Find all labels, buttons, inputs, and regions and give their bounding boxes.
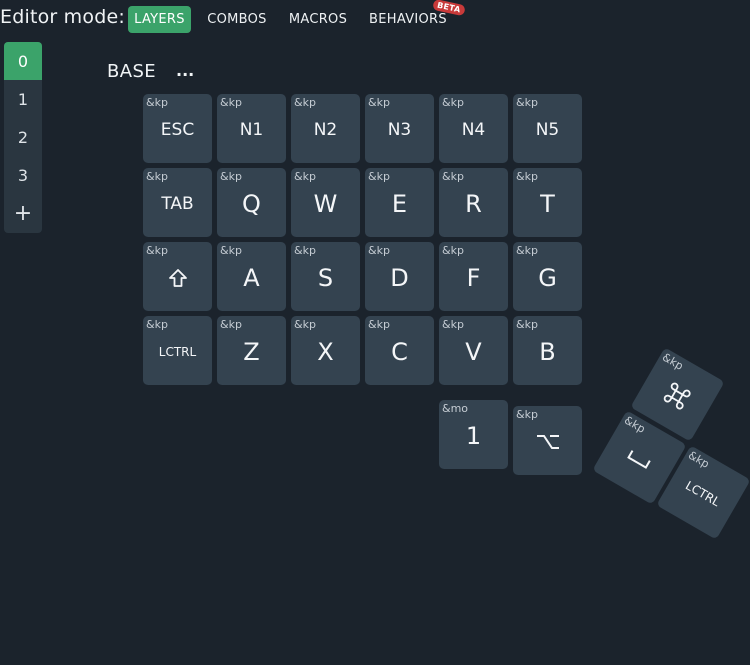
key-legend: F (466, 263, 481, 292)
key-legend: G (538, 263, 557, 292)
layer-list: 0 1 2 3 + (4, 42, 42, 233)
key-21[interactable]: &kp C (365, 316, 434, 385)
key-legend: 1 (465, 421, 482, 450)
key-legend: S (317, 263, 334, 292)
key-legend: X (317, 337, 334, 366)
key-25[interactable]: &kp (513, 406, 582, 475)
option-icon (513, 406, 582, 475)
key-5[interactable]: &kp N5 (513, 94, 582, 163)
key-legend: C (391, 337, 408, 366)
key-legend: D (390, 263, 409, 292)
keymap-editor: Editor mode: LAYERS COMBOS MACROS BEHAVI… (0, 0, 750, 665)
key-18[interactable]: &kp LCTRL (143, 316, 212, 385)
key-legend: Q (242, 189, 261, 218)
key-20[interactable]: &kp X (291, 316, 360, 385)
key-legend: V (465, 337, 482, 366)
layer-item-1[interactable]: 1 (4, 80, 42, 118)
layer-item-3[interactable]: 3 (4, 156, 42, 194)
key-legend: Z (243, 337, 260, 366)
key-legend: B (539, 337, 556, 366)
key-7[interactable]: &kp Q (217, 168, 286, 237)
key-10[interactable]: &kp R (439, 168, 508, 237)
key-19[interactable]: &kp Z (217, 316, 286, 385)
key-legend: T (540, 189, 555, 218)
key-24[interactable]: &mo 1 (439, 400, 508, 469)
key-legend: N1 (239, 119, 264, 140)
layer-item-2[interactable]: 2 (4, 118, 42, 156)
key-0[interactable]: &kp ESC (143, 94, 212, 163)
key-legend: N2 (313, 119, 338, 140)
layer-item-0[interactable]: 0 (4, 42, 42, 80)
key-17[interactable]: &kp G (513, 242, 582, 311)
shift-icon (143, 242, 212, 311)
key-legend: N5 (535, 119, 560, 140)
key-14[interactable]: &kp S (291, 242, 360, 311)
editor-mode-label: Editor mode: (0, 6, 125, 28)
key-legend: W (313, 189, 338, 218)
tab-layers[interactable]: LAYERS (128, 6, 191, 33)
key-15[interactable]: &kp D (365, 242, 434, 311)
key-6[interactable]: &kp TAB (143, 168, 212, 237)
key-legend: ESC (160, 119, 195, 140)
key-legend: A (243, 263, 260, 292)
tab-combos[interactable]: COMBOS (200, 6, 274, 33)
key-9[interactable]: &kp E (365, 168, 434, 237)
add-layer-button[interactable]: + (4, 194, 42, 232)
key-23[interactable]: &kp B (513, 316, 582, 385)
key-11[interactable]: &kp T (513, 168, 582, 237)
key-1[interactable]: &kp N1 (217, 94, 286, 163)
key-legend: E (391, 189, 408, 218)
tab-macros[interactable]: MACROS (282, 6, 354, 33)
key-legend: LCTRL (158, 344, 197, 359)
layer-title[interactable]: BASE (107, 61, 156, 82)
key-legend: N4 (461, 119, 486, 140)
layer-menu-button[interactable]: ... (176, 61, 194, 80)
key-legend: R (465, 189, 482, 218)
key-13[interactable]: &kp A (217, 242, 286, 311)
key-legend: N3 (387, 119, 412, 140)
key-16[interactable]: &kp F (439, 242, 508, 311)
key-2[interactable]: &kp N2 (291, 94, 360, 163)
key-legend: TAB (161, 193, 194, 214)
key-4[interactable]: &kp N4 (439, 94, 508, 163)
key-8[interactable]: &kp W (291, 168, 360, 237)
key-22[interactable]: &kp V (439, 316, 508, 385)
key-12[interactable]: &kp (143, 242, 212, 311)
key-3[interactable]: &kp N3 (365, 94, 434, 163)
